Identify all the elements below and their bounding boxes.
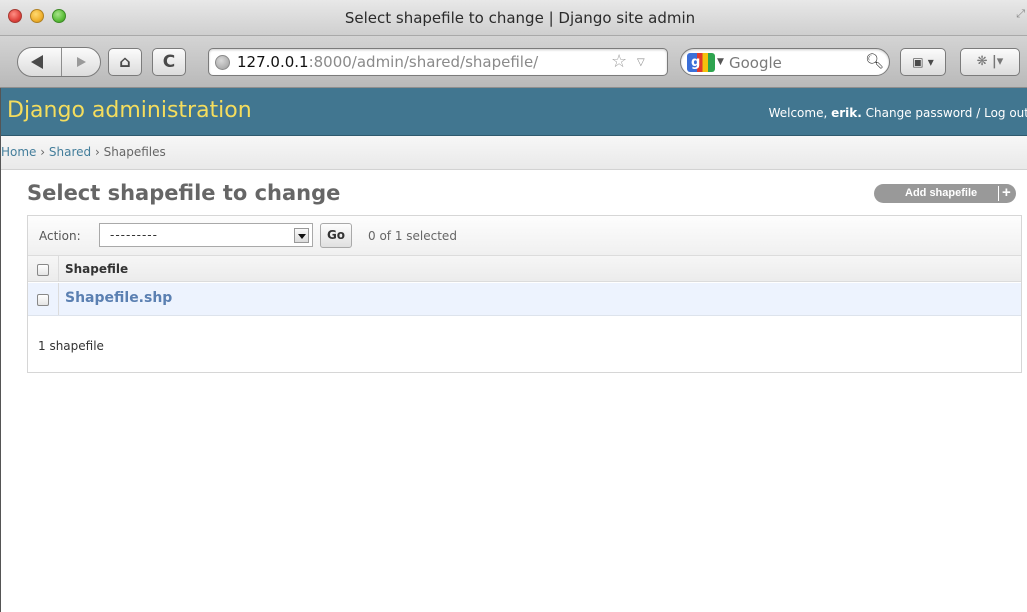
extension-icon[interactable]: ❋ |▾ bbox=[960, 48, 1020, 76]
home-icon[interactable]: ⌂ bbox=[108, 48, 142, 76]
window-title: Select shapefile to change | Django site… bbox=[344, 9, 696, 27]
page-title: Select shapefile to change bbox=[27, 181, 341, 205]
add-button-divider bbox=[998, 186, 999, 201]
column-divider bbox=[58, 283, 59, 315]
url-host: 127.0.0.1 bbox=[237, 53, 309, 71]
bookmarks-icon[interactable]: ▣ ▾ bbox=[900, 48, 946, 76]
logout-link[interactable]: Log out bbox=[984, 106, 1027, 120]
add-shapefile-label: Add shapefile bbox=[905, 187, 978, 199]
globe-icon bbox=[215, 55, 230, 70]
add-shapefile-button[interactable]: Add shapefile + bbox=[874, 184, 1016, 203]
breadcrumb-separator: › bbox=[40, 145, 46, 159]
result-count: 1 shapefile bbox=[38, 339, 104, 353]
admin-header: Django administration Welcome, erik. Cha… bbox=[0, 88, 1027, 136]
nav-button-group bbox=[17, 47, 101, 77]
search-bar[interactable]: g ▼ Google 🔍︎ bbox=[680, 48, 890, 76]
forward-arrow-icon[interactable] bbox=[62, 48, 102, 76]
breadcrumb-app-link[interactable]: Shared bbox=[49, 145, 91, 159]
search-icon[interactable]: 🔍︎ bbox=[865, 52, 884, 70]
search-engine-label[interactable]: Google bbox=[729, 54, 782, 72]
window-titlebar: Select shapefile to change | Django site… bbox=[0, 0, 1027, 36]
changelist: Action: --------- Go 0 of 1 selected Sha… bbox=[27, 215, 1022, 373]
table-row: Shapefile.shp bbox=[28, 283, 1021, 316]
dropdown-arrow-icon[interactable] bbox=[294, 228, 309, 243]
row-checkbox[interactable] bbox=[37, 294, 49, 306]
action-select-value: --------- bbox=[110, 228, 158, 242]
site-brand[interactable]: Django administration bbox=[7, 98, 252, 123]
table-header-row: Shapefile bbox=[28, 256, 1021, 282]
action-label: Action: bbox=[39, 229, 81, 243]
bookmark-star-icon[interactable]: ☆ bbox=[611, 51, 627, 72]
plus-icon: + bbox=[1002, 184, 1011, 201]
user-tools: Welcome, erik. Change password / Log out bbox=[768, 106, 1027, 120]
url-history-dropdown-icon[interactable]: ▽ bbox=[637, 57, 645, 68]
actions-bar: Action: --------- Go 0 of 1 selected bbox=[28, 216, 1021, 256]
fullscreen-icon[interactable]: ⤢ bbox=[1016, 7, 1025, 21]
window-left-edge bbox=[0, 88, 1, 612]
shapefile-link[interactable]: Shapefile.shp bbox=[65, 290, 172, 306]
url-text[interactable]: 127.0.0.1:8000/admin/shared/shapefile/ bbox=[237, 53, 538, 71]
google-logo-icon[interactable]: g bbox=[687, 53, 715, 72]
change-password-link[interactable]: Change password bbox=[866, 106, 973, 120]
browser-toolbar: ⌂ C 127.0.0.1:8000/admin/shared/shapefil… bbox=[0, 36, 1027, 88]
column-divider bbox=[58, 256, 59, 281]
url-path: :8000/admin/shared/shapefile/ bbox=[308, 53, 539, 71]
selected-count: 0 of 1 selected bbox=[368, 229, 457, 243]
breadcrumb: Home › Shared › Shapefiles bbox=[0, 136, 1027, 170]
username: erik bbox=[831, 106, 858, 120]
search-engine-dropdown-icon[interactable]: ▼ bbox=[717, 57, 724, 67]
go-button[interactable]: Go bbox=[320, 223, 352, 248]
user-tools-separator: / bbox=[976, 106, 981, 120]
paginator: 1 shapefile bbox=[38, 339, 104, 353]
select-all-checkbox[interactable] bbox=[37, 264, 49, 276]
url-bar[interactable]: 127.0.0.1:8000/admin/shared/shapefile/ ☆… bbox=[208, 48, 668, 76]
breadcrumb-home-link[interactable]: Home bbox=[1, 145, 36, 159]
back-arrow-icon[interactable] bbox=[18, 48, 62, 76]
breadcrumb-separator: › bbox=[94, 145, 100, 159]
reload-icon[interactable]: C bbox=[152, 48, 186, 76]
column-header-shapefile[interactable]: Shapefile bbox=[65, 262, 128, 276]
breadcrumb-current: Shapefiles bbox=[103, 145, 166, 159]
action-select[interactable]: --------- bbox=[99, 223, 313, 247]
welcome-text: Welcome, bbox=[768, 106, 828, 120]
